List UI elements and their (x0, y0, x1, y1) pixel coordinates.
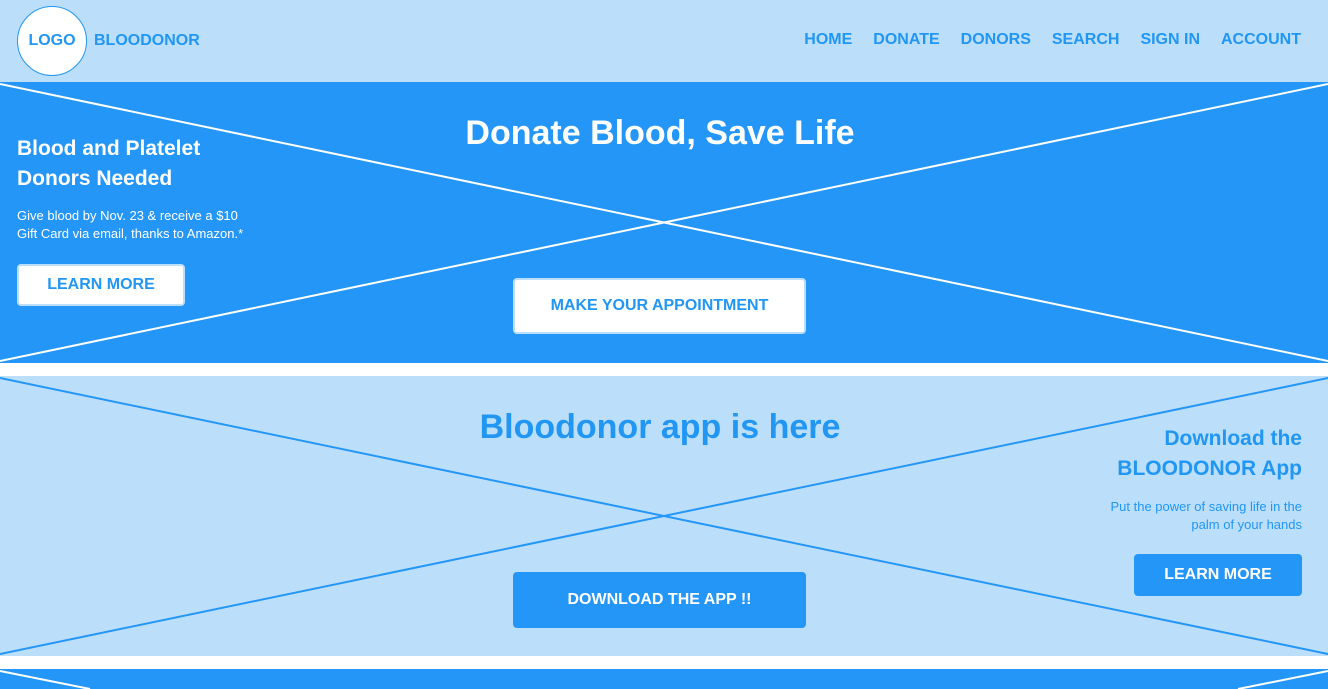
hero-side-title-line2: Donors Needed (17, 167, 173, 190)
nav-item-sign-in[interactable]: SIGN IN (1140, 31, 1200, 49)
app-side-title-line1: Download the (1164, 427, 1302, 450)
nav-item-account[interactable]: ACCOUNT (1221, 31, 1301, 49)
nav-item-donors[interactable]: DONORS (961, 31, 1031, 49)
hero-side-text-line1: Give blood by Nov. 23 & receive a $10 (17, 208, 238, 223)
site-header: LOGO BLOODONOR HOME DONATE DONORS SEARCH… (0, 0, 1328, 82)
brand-name[interactable]: BLOODONOR (94, 32, 200, 50)
app-side-text-line2: palm of your hands (1191, 517, 1302, 532)
logo[interactable]: LOGO (17, 6, 87, 76)
hero-side-title: Blood and Platelet Donors Needed (17, 134, 277, 194)
hero-learn-more-button[interactable]: LEARN MORE (17, 264, 185, 306)
next-section-banner (0, 669, 1328, 689)
download-app-button[interactable]: DOWNLOAD THE APP !! (513, 572, 806, 628)
main-nav: HOME DONATE DONORS SEARCH SIGN IN ACCOUN… (783, 31, 1301, 49)
nav-item-donate[interactable]: DONATE (873, 31, 939, 49)
hero-side-text: Give blood by Nov. 23 & receive a $10 Gi… (17, 207, 277, 243)
app-learn-more-button[interactable]: LEARN MORE (1134, 554, 1302, 596)
app-side-title: Download the BLOODONOR App (1042, 424, 1302, 484)
next-section-image-placeholder (0, 670, 1328, 689)
hero-side-title-line1: Blood and Platelet (17, 137, 201, 160)
make-appointment-button[interactable]: MAKE YOUR APPOINTMENT (513, 278, 806, 334)
app-promo-section: Bloodonor app is here Download the BLOOD… (0, 376, 1328, 656)
hero-side-text-line2: Gift Card via email, thanks to Amazon.* (17, 226, 244, 241)
hero-banner: Donate Blood, Save Life Blood and Platel… (0, 82, 1328, 363)
app-side-title-line2: BLOODONOR App (1117, 457, 1302, 480)
nav-item-home[interactable]: HOME (804, 31, 852, 49)
nav-item-search[interactable]: SEARCH (1052, 31, 1120, 49)
app-side-text: Put the power of saving life in the palm… (1042, 498, 1302, 534)
app-side-text-line1: Put the power of saving life in the (1110, 499, 1302, 514)
logo-label: LOGO (28, 32, 76, 49)
